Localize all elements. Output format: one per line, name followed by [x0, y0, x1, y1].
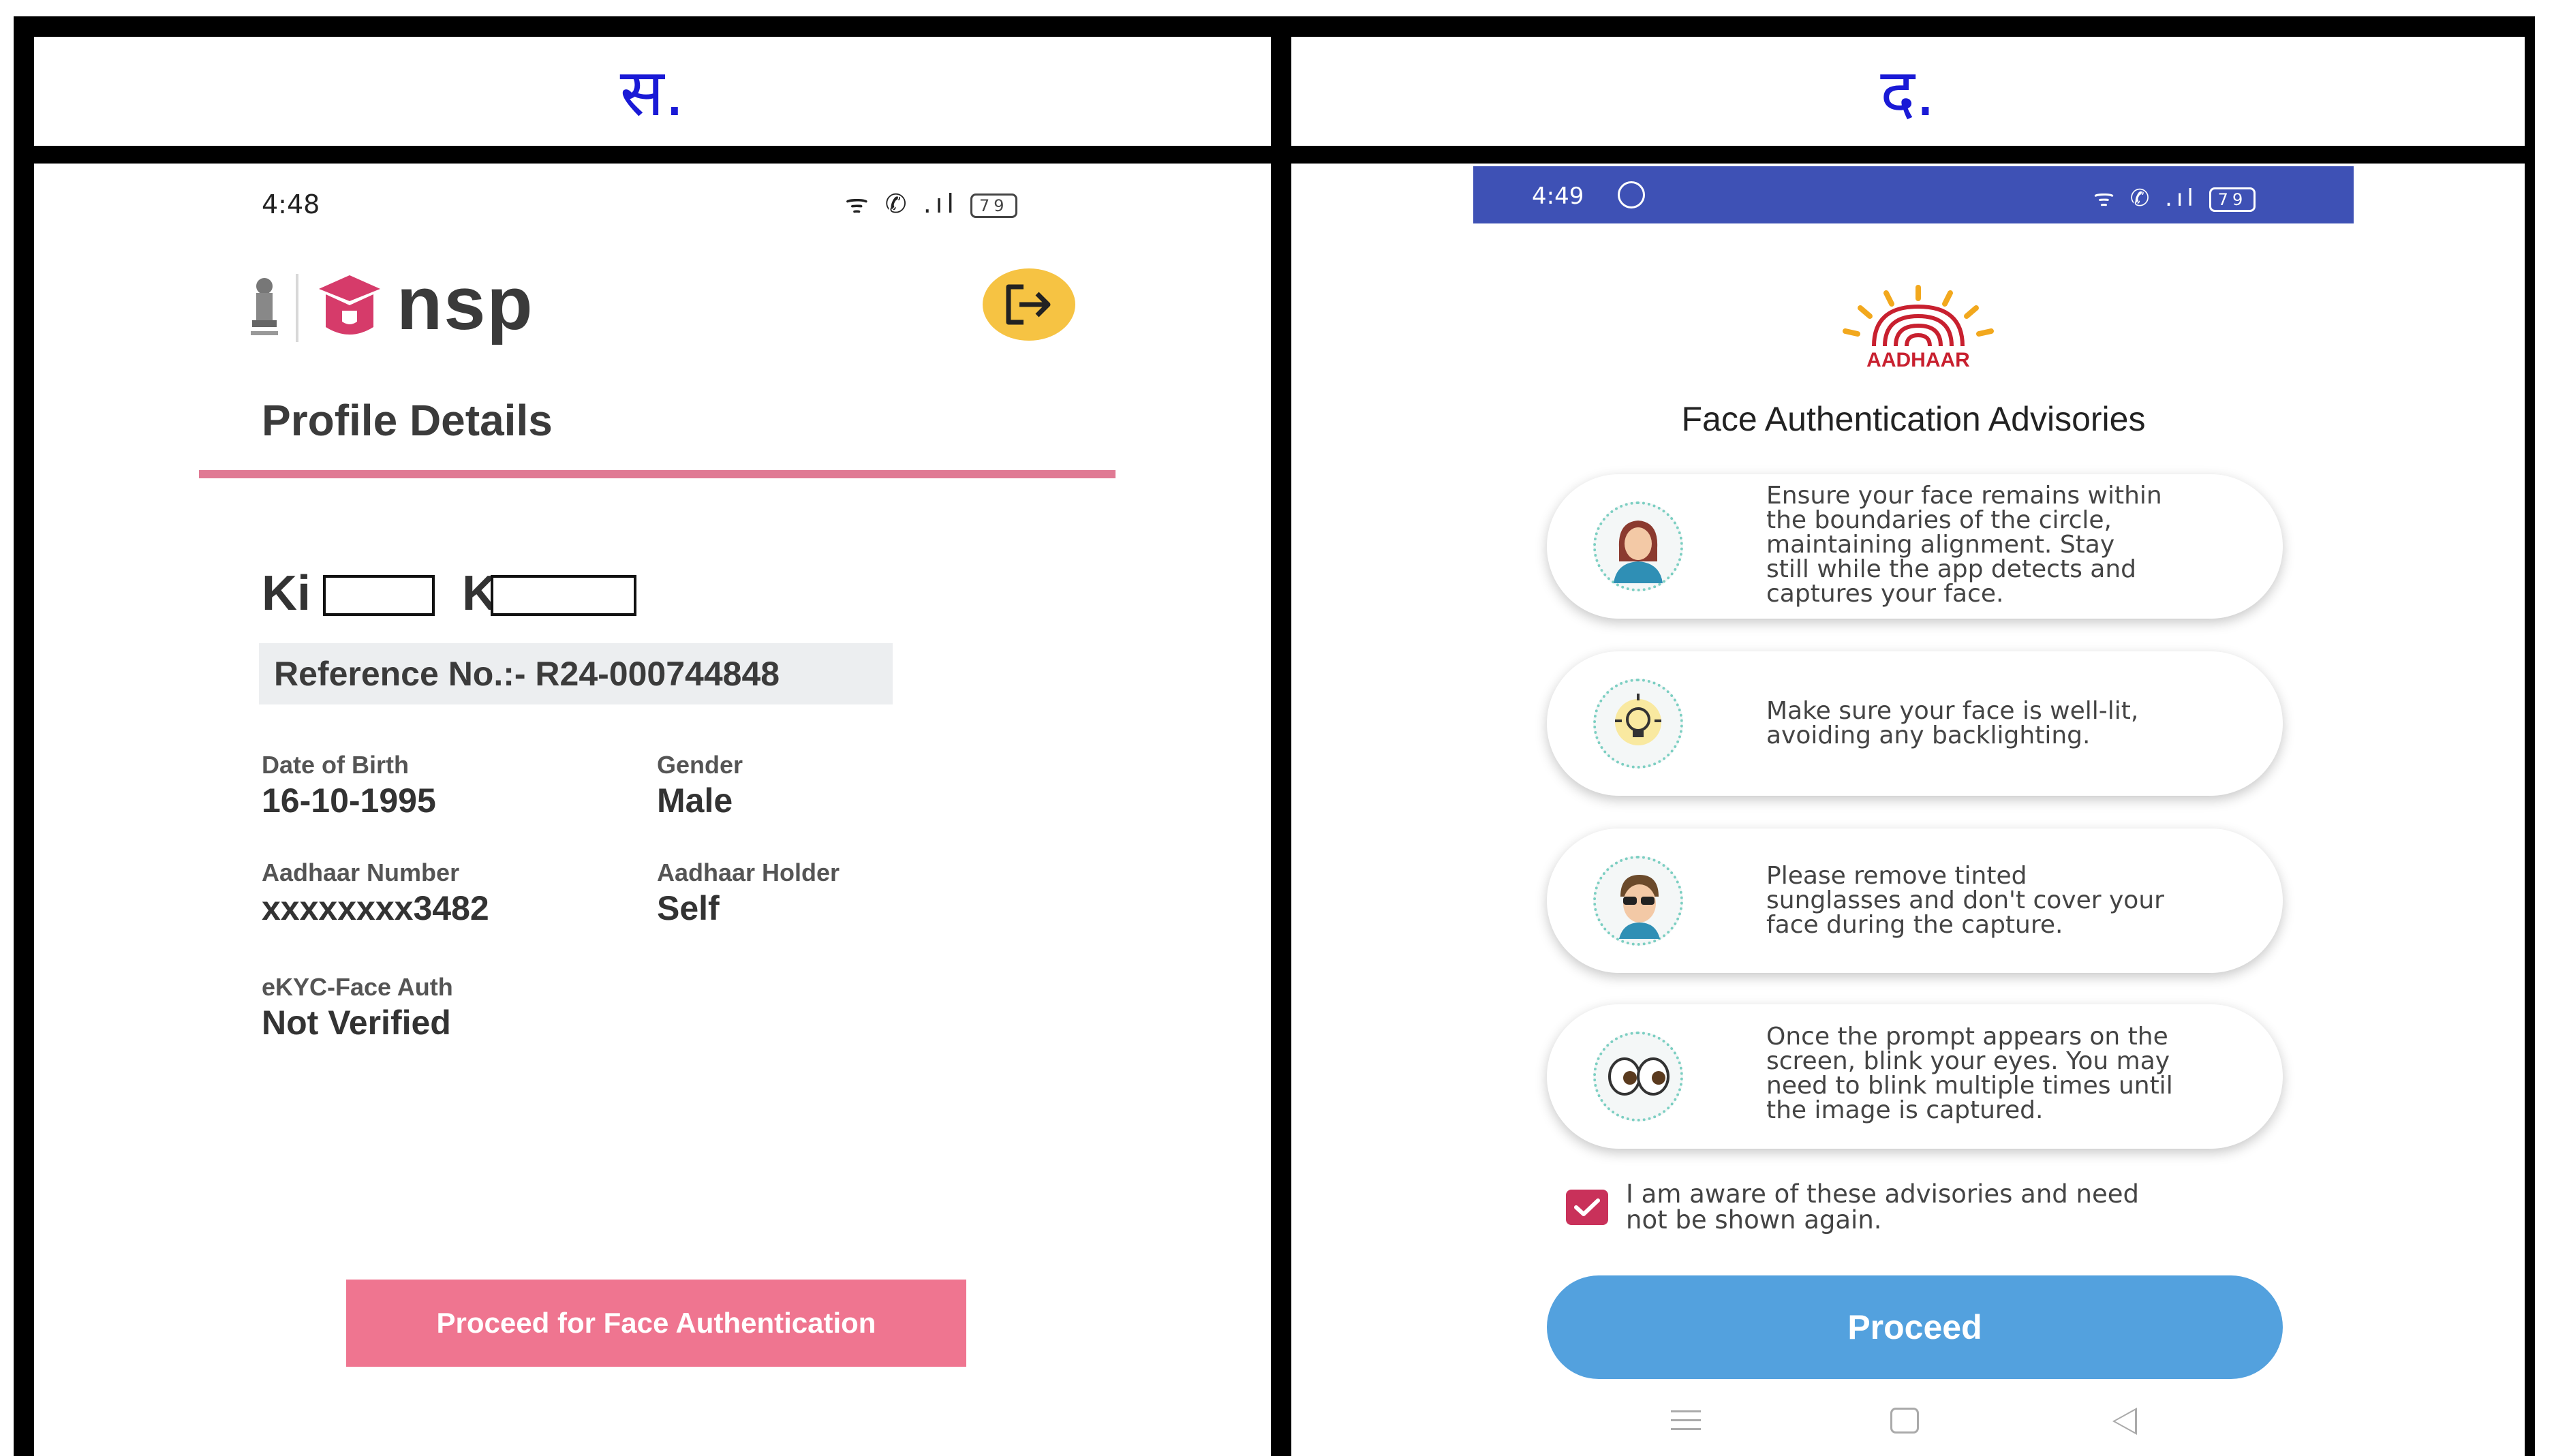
panel-label-right: द.: [1880, 55, 1936, 131]
signal-icons: ᯤ ✆ .ıl: [2093, 185, 2198, 212]
aadhaar-number-value: xxxxxxxx3482: [262, 889, 489, 927]
page-title: Profile Details: [262, 396, 553, 445]
redaction-box: [491, 575, 636, 616]
dob-label: Date of Birth: [262, 751, 409, 779]
graduation-cap-icon: [319, 275, 380, 335]
sunglasses-face-icon: [1593, 856, 1683, 946]
ekyc-status: Not Verified: [262, 1004, 451, 1042]
proceed-button[interactable]: Proceed: [1547, 1275, 2283, 1379]
name-start: Ki: [262, 566, 311, 621]
status-time: 4:49: [1532, 183, 1584, 210]
back-nav-icon-inner: [2115, 1410, 2135, 1432]
checkmark-icon: [1574, 1198, 1600, 1216]
aadhaar-advisory-screen: 4:49 ᯤ ✆ .ıl 79 AADHAAR Face Authenticat…: [1473, 166, 2354, 1454]
home-nav-icon[interactable]: [1890, 1408, 1919, 1434]
logo-divider: [296, 274, 298, 342]
battery-icon: 79: [2209, 187, 2256, 212]
light-bulb-icon: [1593, 679, 1683, 769]
status-icons: ᯤ ✆ .ıl 79: [2093, 181, 2256, 213]
status-icons: ᯤ ✆ .ıl 79: [845, 185, 1017, 221]
nsp-profile-screen: 4:48 ᯤ ✆ .ıl 79 nsp Profile Details Ki K…: [199, 166, 1116, 1454]
advisory-text: Once the prompt appears on the screen, b…: [1766, 1023, 2173, 1124]
advisory-text: Please remove tinted sunglasses and don'…: [1766, 862, 2164, 939]
aadhaar-holder-label: Aadhaar Holder: [657, 858, 840, 886]
aadhaar-number-label: Aadhaar Number: [262, 858, 460, 886]
recents-nav-icon[interactable]: [1671, 1410, 1701, 1437]
national-emblem-icon: [251, 278, 278, 335]
advisories-title: Face Authentication Advisories: [1681, 400, 2146, 438]
battery-icon: 79: [970, 193, 1017, 218]
checkbox-label: I am aware of these advisories and need …: [1626, 1179, 2140, 1235]
advisory-card: Ensure your face remains within the boun…: [1547, 474, 2283, 619]
reference-number: Reference No.:- R24-000744848: [274, 655, 780, 693]
advisory-card: Make sure your face is well-lit, avoidin…: [1547, 651, 2283, 796]
logout-button[interactable]: [983, 268, 1075, 341]
svg-text:AADHAAR: AADHAAR: [1866, 349, 1970, 369]
advisory-checkbox[interactable]: [1566, 1190, 1608, 1225]
advisory-card: Please remove tinted sunglasses and don'…: [1547, 828, 2283, 973]
logout-icon: [1006, 284, 1051, 325]
aadhaar-holder-value: Self: [657, 889, 720, 927]
proceed-face-auth-button[interactable]: Proceed for Face Authentication: [346, 1280, 966, 1367]
aadhaar-logo-icon: AADHAAR: [1843, 285, 1994, 369]
panel-label-left: स.: [619, 55, 686, 131]
whatsapp-icon: [1618, 181, 1645, 208]
signal-icons: ᯤ ✆ .ıl: [845, 189, 958, 219]
eyes-blink-icon: [1593, 1032, 1683, 1121]
status-bar: 4:49 ᯤ ✆ .ıl 79: [1473, 166, 2354, 223]
face-in-circle-icon: [1593, 501, 1683, 591]
redaction-box: [323, 575, 435, 616]
applicant-name: Ki: [262, 566, 311, 621]
ekyc-label: eKYC-Face Auth: [262, 973, 453, 1001]
dob-value: 16-10-1995: [262, 781, 436, 820]
advisory-card: Once the prompt appears on the screen, b…: [1547, 1004, 2283, 1149]
advisory-text: Make sure your face is well-lit, avoidin…: [1766, 697, 2139, 749]
title-underline: [199, 470, 1116, 478]
nsp-logo-text: nsp: [397, 262, 534, 345]
gender-value: Male: [657, 781, 733, 820]
advisory-text: Ensure your face remains within the boun…: [1766, 482, 2162, 608]
status-time: 4:48: [262, 189, 320, 219]
android-nav-bar: [1473, 1393, 2354, 1454]
gender-label: Gender: [657, 751, 743, 779]
